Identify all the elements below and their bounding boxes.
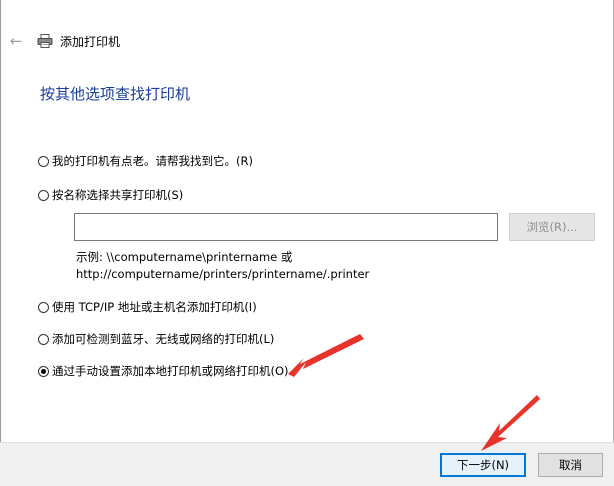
- radio-manual-local[interactable]: [38, 365, 49, 377]
- cancel-button[interactable]: 取消: [538, 453, 603, 477]
- radio-bluetooth-wireless[interactable]: [38, 333, 49, 345]
- shared-printer-name-input[interactable]: [74, 213, 498, 241]
- option-old-printer-label: 我的打印机有点老。请帮我找到它。(R): [52, 154, 253, 168]
- radio-tcpip[interactable]: [38, 301, 49, 313]
- window-left-edge: [0, 0, 1, 486]
- radio-shared-by-name[interactable]: [38, 189, 49, 201]
- option-tcpip[interactable]: 使用 TCP/IP 地址或主机名添加打印机(I): [38, 299, 257, 315]
- back-arrow-icon[interactable]: ←: [6, 31, 26, 51]
- option-tcpip-label: 使用 TCP/IP 地址或主机名添加打印机(I): [52, 300, 257, 314]
- example-text-line-2: http://computername/printers/printername…: [76, 267, 370, 281]
- option-manual-local-label: 通过手动设置添加本地打印机或网络打印机(O): [52, 364, 289, 378]
- red-arrow-1: [288, 334, 364, 377]
- option-bluetooth-wireless-label: 添加可检测到蓝牙、无线或网络的打印机(L): [52, 332, 275, 346]
- option-shared-by-name[interactable]: 按名称选择共享打印机(S): [38, 187, 183, 203]
- printer-icon: [37, 34, 53, 48]
- browse-button[interactable]: 浏览(R)...: [509, 213, 595, 241]
- page-heading: 按其他选项查找打印机: [40, 85, 191, 103]
- radio-old-printer[interactable]: [38, 155, 49, 167]
- window-title: 添加打印机: [60, 35, 121, 49]
- example-text-line-1: 示例: \\computername\printername 或: [76, 250, 293, 264]
- annotation-overlay: [288, 334, 540, 451]
- next-button[interactable]: 下一步(N): [440, 453, 526, 477]
- option-bluetooth-wireless[interactable]: 添加可检测到蓝牙、无线或网络的打印机(L): [38, 331, 274, 347]
- option-old-printer[interactable]: 我的打印机有点老。请帮我找到它。(R): [38, 153, 253, 169]
- option-manual-local[interactable]: 通过手动设置添加本地打印机或网络打印机(O): [38, 363, 289, 379]
- option-shared-by-name-label: 按名称选择共享打印机(S): [52, 188, 184, 202]
